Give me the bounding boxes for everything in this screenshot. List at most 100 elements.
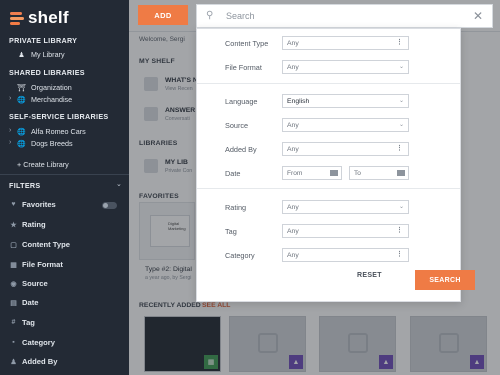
chevron-right-icon[interactable]: › (9, 127, 11, 134)
sidebar-item-organization[interactable]: ⛩ Organization (17, 83, 72, 92)
category-icon: ▪ (12, 339, 15, 346)
search-input[interactable]: Search (226, 11, 473, 21)
chevron-down-icon: ⌄ (398, 64, 404, 70)
panel-divider (197, 83, 460, 84)
sidebar-item-merchandise[interactable]: 🌐 Merchandise (17, 95, 72, 104)
select-value: Any (287, 63, 299, 71)
tag-select[interactable]: Any ⋮ (282, 224, 409, 238)
shared-libraries-title: SHARED LIBRARIES (9, 68, 85, 77)
field-label-source: Source (225, 121, 249, 130)
filter-rating[interactable]: ★ Rating (9, 220, 121, 229)
field-label-rating: Rating (225, 203, 247, 212)
sidebar-item-dogs-breeds[interactable]: 🌐 Dogs Breeds (17, 139, 73, 148)
filter-source[interactable]: ◉ Source (9, 279, 121, 288)
add-button[interactable]: ADD (138, 5, 188, 25)
field-label-date: Date (225, 169, 241, 178)
chevron-down-icon: ⌄ (398, 122, 404, 128)
sidebar-divider (0, 174, 129, 175)
select-value: Any (287, 39, 299, 47)
more-icon: ⋮ (396, 251, 403, 258)
select-value: Any (287, 227, 299, 235)
select-value: English (287, 97, 310, 105)
select-value: Any (287, 121, 299, 129)
filter-label: Category (22, 338, 55, 347)
chevron-down-icon: ⌄ (398, 204, 404, 210)
building-icon: ⛩ (17, 84, 26, 92)
more-icon: ⋮ (396, 145, 403, 152)
chevron-down-icon: ⌄ (398, 98, 404, 104)
field-label-file-format: File Format (225, 63, 262, 72)
added-by-select[interactable]: Any ⋮ (282, 142, 409, 156)
filter-label: Tag (22, 318, 35, 327)
file-format-select[interactable]: Any ⌄ (282, 60, 409, 74)
search-button[interactable]: SEARCH (415, 270, 475, 290)
filter-label: Rating (22, 220, 46, 229)
more-icon: ⋮ (396, 227, 403, 234)
calendar-icon (397, 170, 405, 176)
field-label-content-type: Content Type (225, 39, 269, 48)
advanced-search-panel: Content Type Any ⋮ File Format Any ⌄ Lan… (196, 28, 475, 302)
create-library-button[interactable]: + Create Library (17, 160, 69, 169)
format-icon: ▦ (10, 261, 17, 269)
filter-label: File Format (22, 260, 63, 269)
field-label-tag: Tag (225, 227, 237, 236)
filter-label: Date (22, 298, 39, 307)
rating-select[interactable]: Any ⌄ (282, 200, 409, 214)
filter-label: Content Type (22, 240, 70, 249)
chevron-right-icon[interactable]: › (9, 95, 11, 102)
field-label-category: Category (225, 251, 255, 260)
calendar-icon: ▤ (10, 299, 17, 307)
filter-label: Source (22, 279, 48, 288)
shelf-logo-icon (10, 11, 24, 25)
source-select[interactable]: Any ⌄ (282, 118, 409, 132)
select-value: Any (287, 145, 299, 153)
filter-label: Added By (22, 357, 58, 366)
language-select[interactable]: English ⌄ (282, 94, 409, 108)
panel-divider (197, 188, 460, 189)
person-icon: ♟ (18, 51, 25, 59)
logo[interactable]: shelf (10, 8, 69, 28)
field-label-added-by: Added By (225, 145, 257, 154)
search-bar: ⚲ Search ✕ (196, 4, 493, 28)
sidebar-item-label: Dogs Breeds (31, 139, 73, 148)
select-value: Any (287, 203, 299, 211)
sidebar-item-label: Merchandise (31, 95, 73, 104)
star-icon: ★ (10, 221, 17, 229)
private-library-title: PRIVATE LIBRARY (9, 36, 78, 45)
file-icon: ▢ (10, 241, 17, 249)
filter-tag[interactable]: # Tag (9, 318, 121, 327)
chevron-right-icon[interactable]: › (9, 139, 11, 146)
globe-icon: 🌐 (17, 140, 26, 148)
sidebar-item-my-library[interactable]: ♟ My Library (17, 50, 65, 59)
filter-category[interactable]: ▪ Category (9, 338, 121, 347)
filter-file-format[interactable]: ▦ File Format (9, 260, 121, 269)
filter-content-type[interactable]: ▢ Content Type (9, 240, 121, 249)
logo-text: shelf (28, 8, 69, 27)
more-icon: ⋮ (396, 39, 403, 46)
category-select[interactable]: Any ⋮ (282, 248, 409, 262)
filters-title: FILTERS (9, 181, 41, 190)
filter-added-by[interactable]: ♟ Added By (9, 357, 121, 366)
sidebar-item-alfa-romeo-cars[interactable]: 🌐 Alfa Romeo Cars (17, 127, 86, 136)
calendar-icon (330, 170, 338, 176)
globe-icon: 🌐 (17, 128, 26, 136)
date-from-input[interactable]: From (282, 166, 342, 180)
sidebar-item-label: Alfa Romeo Cars (31, 127, 86, 136)
close-icon[interactable]: ✕ (473, 9, 483, 23)
field-label-language: Language (225, 97, 258, 106)
sidebar-item-label: My Library (31, 50, 65, 59)
sidebar-item-label: Organization (31, 83, 72, 92)
search-icon: ⚲ (206, 10, 214, 21)
filter-date[interactable]: ▤ Date (9, 298, 121, 307)
globe-icon: 🌐 (17, 96, 26, 104)
date-to-input[interactable]: To (349, 166, 409, 180)
favorites-toggle[interactable] (102, 202, 117, 209)
self-service-libraries-title: SELF-SERVICE LIBRARIES (9, 112, 109, 121)
reset-button[interactable]: RESET (357, 272, 382, 279)
chevron-down-icon[interactable]: ⌄ (116, 180, 122, 188)
date-placeholder: From (287, 169, 303, 177)
date-placeholder: To (354, 169, 361, 177)
source-icon: ◉ (10, 280, 17, 288)
select-value: Any (287, 251, 299, 259)
content-type-select[interactable]: Any ⋮ (282, 36, 409, 50)
